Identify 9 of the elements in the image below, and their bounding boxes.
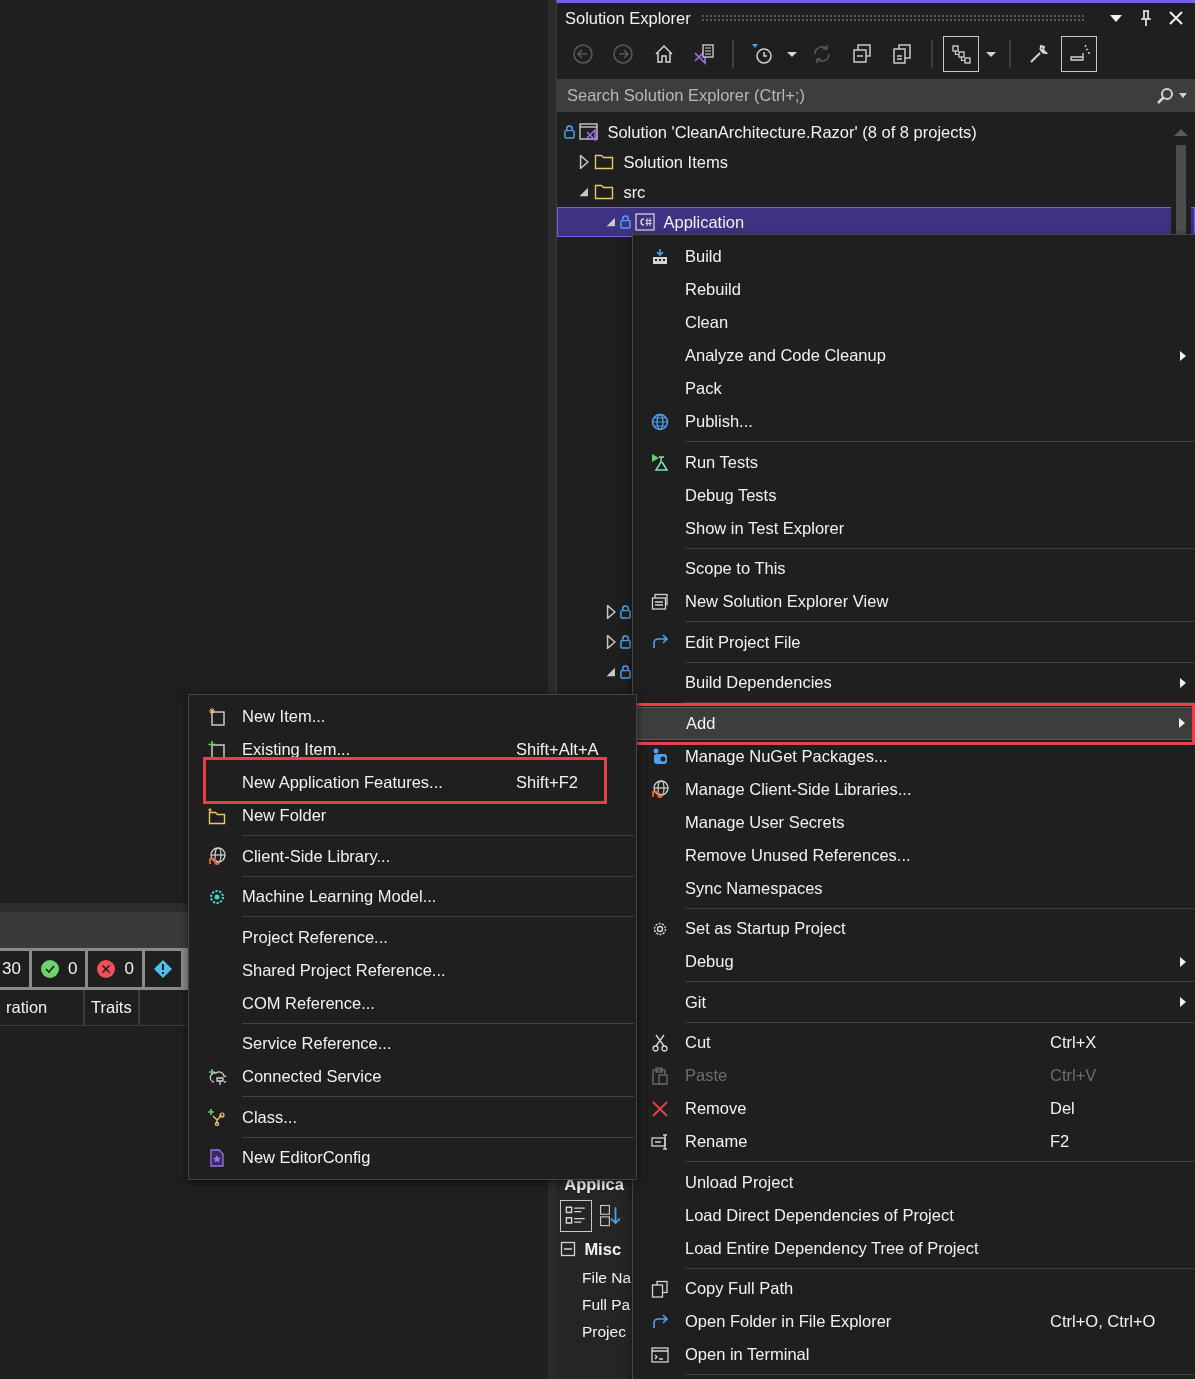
tree-label: src <box>623 181 646 203</box>
category-label: Misc <box>584 1238 622 1260</box>
tree-label: Application <box>663 211 745 233</box>
property-name: Full Pa <box>581 1295 632 1315</box>
property-name: File Na <box>581 1268 633 1288</box>
property-name: Projec <box>581 1322 627 1342</box>
tree-label: Solution Items <box>623 151 728 173</box>
tree-label: Solution 'CleanArchitecture.Razor' (8 of 8 projects) <box>607 121 977 143</box>
panel-title: Solution Explorer <box>565 7 691 29</box>
